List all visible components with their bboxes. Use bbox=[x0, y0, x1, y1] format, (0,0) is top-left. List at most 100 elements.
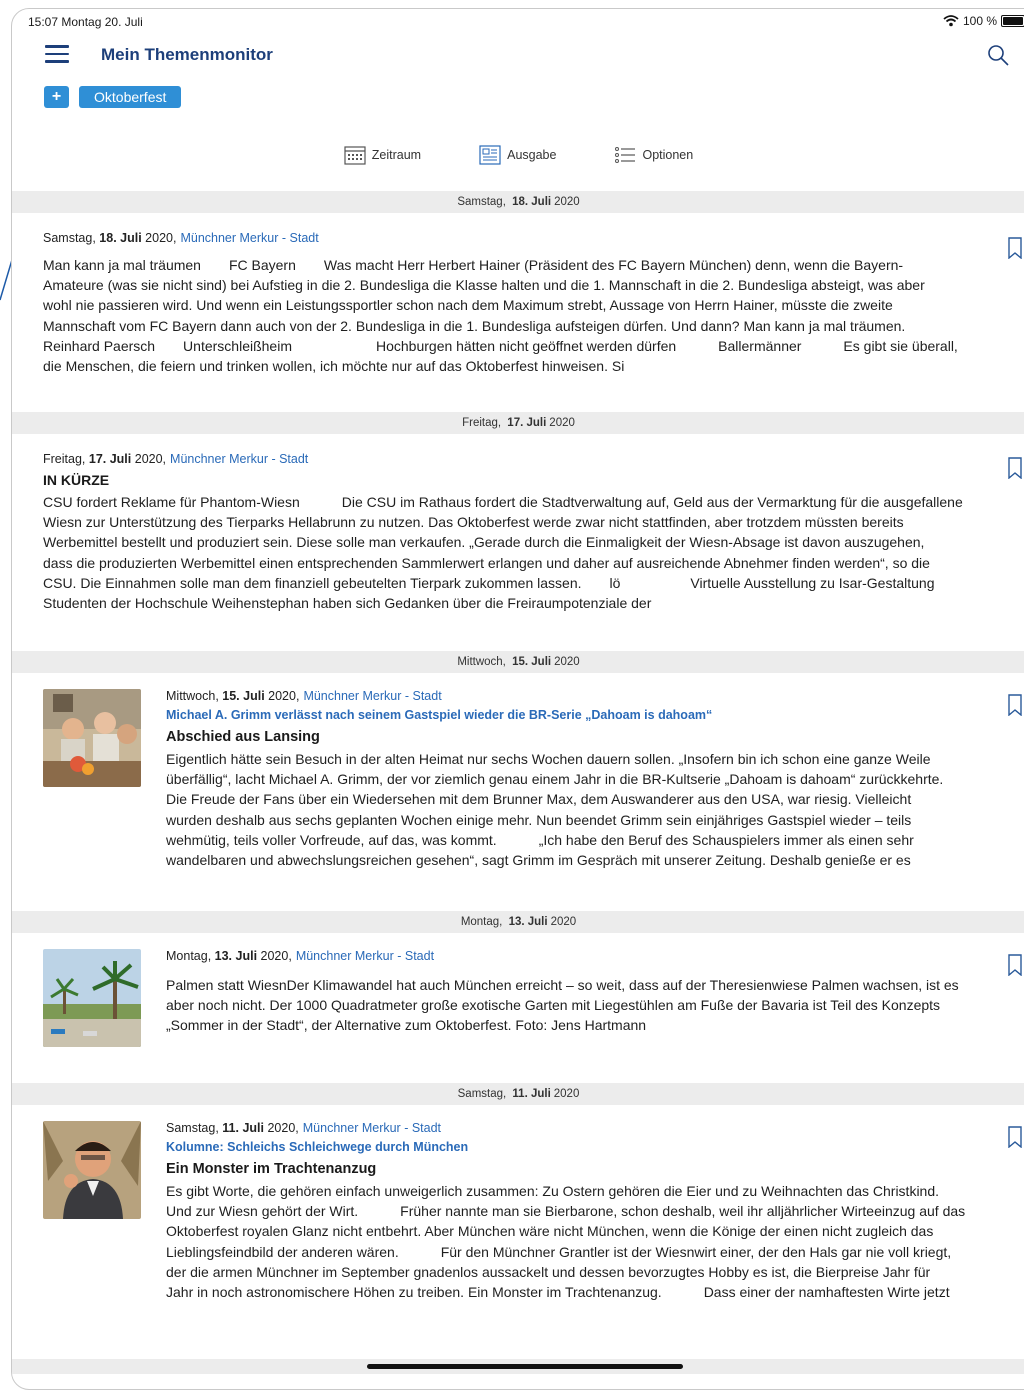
body-line: Reinhard Paersch Unterschleißheim Hochbu… bbox=[43, 337, 958, 354]
body-line: wandelbaren und abwechslungsreichen gese… bbox=[166, 852, 911, 869]
body-line: Man kann ja mal träumen FC Bayern Was ma… bbox=[43, 257, 904, 273]
meta-date: 17. Juli bbox=[88, 452, 132, 466]
sep-weekday: Montag, bbox=[460, 916, 503, 928]
article-body: Es gibt Worte, die gehören einfach unwei… bbox=[166, 1181, 996, 1302]
tablet-frame: 15:07 Montag 20. Juli 100 % Mein Themenm… bbox=[11, 8, 1024, 1390]
article-source[interactable]: Münchner Merkur - Stadt bbox=[303, 689, 441, 703]
page-title: Mein Themenmonitor bbox=[101, 45, 273, 64]
article-meta: Montag, 13. Juli 2020, Münchner Merkur - … bbox=[166, 949, 996, 963]
sep-weekday: Samstag, bbox=[457, 1088, 507, 1100]
day-separator: Samstag, 11. Juli 2020 bbox=[12, 1083, 1024, 1105]
article-meta: Samstag, 11. Juli 2020, Münchner Merkur -… bbox=[166, 1121, 996, 1135]
optionen-label: Optionen bbox=[642, 148, 694, 162]
article-source[interactable]: Münchner Merkur - Stadt bbox=[180, 231, 318, 245]
sep-year: 2020 bbox=[549, 417, 575, 429]
body-line: wehmütig, teils voller Vorfreude, auf da… bbox=[166, 831, 914, 848]
meta-year: 2020, bbox=[267, 1121, 299, 1135]
sep-weekday: Samstag, bbox=[457, 196, 506, 208]
article-source[interactable]: Münchner Merkur - Stadt bbox=[170, 452, 308, 466]
article-body: CSU fordert Reklame für Phantom-Wiesn Di… bbox=[43, 492, 993, 613]
article-body: Eigentlich hätte sein Besuch in der alte… bbox=[166, 749, 996, 870]
bookmark-icon[interactable] bbox=[1008, 237, 1022, 259]
body-line: Werbemittel bestellt und produziert sein… bbox=[43, 534, 925, 551]
article-meta: Mittwoch, 15. Juli 2020, Münchner Merkur … bbox=[166, 689, 996, 703]
bookmark-icon[interactable] bbox=[1008, 1126, 1022, 1148]
meta-year: 2020, bbox=[134, 452, 167, 466]
day-separator: Mittwoch, 15. Juli 2020 bbox=[12, 651, 1024, 673]
topic-chip-oktoberfest[interactable]: Oktoberfest bbox=[79, 86, 182, 108]
meta-weekday: Samstag, bbox=[166, 1121, 219, 1135]
body-line: Die Freude der Fans über ein Wiedersehen… bbox=[166, 791, 912, 808]
body-line: Amateure (was sie nicht sind) bei Aufsti… bbox=[43, 277, 925, 294]
sep-date: 13. Juli bbox=[508, 916, 548, 928]
sep-weekday: Freitag, bbox=[462, 417, 502, 429]
body-line: die Menschen, die feiern und trinken wol… bbox=[43, 358, 625, 375]
meta-date: 15. Juli bbox=[222, 689, 265, 703]
body-line: „Sommer in der Stadt“, der Alternative z… bbox=[166, 1017, 647, 1034]
body-line: der die armen Münchner im September gnad… bbox=[166, 1263, 931, 1280]
thumbnail-people-image bbox=[43, 689, 141, 787]
sep-year: 2020 bbox=[554, 656, 580, 668]
meta-date: 13. Juli bbox=[214, 949, 258, 963]
list-options-icon bbox=[615, 147, 636, 163]
article-subtitle[interactable]: Michael A. Grimm verlässt nach seinem Ga… bbox=[166, 708, 996, 722]
body-line: Oktoberfest royalen Glanz nicht entbehrt… bbox=[166, 1223, 934, 1240]
add-topic-button[interactable]: + bbox=[44, 86, 69, 108]
body-line: Mannschaft vom FC Bayern dann auch von d… bbox=[43, 317, 906, 334]
thumbnail-palms-image bbox=[43, 949, 141, 1047]
sep-date: 11. Juli bbox=[512, 1088, 551, 1100]
body-line: überfällig“, lacht Michael A. Grimm, der… bbox=[166, 771, 944, 788]
bookmark-icon[interactable] bbox=[1008, 457, 1022, 479]
article-headline[interactable]: Abschied aus Lansing bbox=[166, 729, 996, 745]
meta-weekday: Freitag, bbox=[43, 452, 86, 466]
body-line: dass die produzierten Werbemittel einen … bbox=[43, 554, 930, 571]
home-indicator[interactable] bbox=[367, 1364, 683, 1369]
body-line: CSU fordert Reklame für Phantom-Wiesn Di… bbox=[43, 494, 963, 510]
status-bar: 15:07 Montag 20. Juli 100 % bbox=[12, 9, 1024, 33]
menu-icon[interactable] bbox=[45, 45, 69, 63]
meta-date: 11. Juli bbox=[222, 1121, 264, 1135]
search-icon[interactable] bbox=[986, 43, 1010, 67]
sep-date: 17. Juli bbox=[507, 417, 547, 429]
day-separator: Samstag, 18. Juli 2020 bbox=[12, 191, 1024, 213]
meta-year: 2020, bbox=[260, 949, 292, 963]
meta-year: 2020, bbox=[145, 231, 177, 245]
thumbnail-portrait-image bbox=[43, 1121, 141, 1219]
article-headline[interactable]: Ein Monster im Trachtenanzug bbox=[166, 1161, 996, 1177]
article-body: Man kann ja mal träumen FC Bayern Was ma… bbox=[43, 255, 993, 376]
day-separator: Montag, 13. Juli 2020 bbox=[12, 911, 1024, 933]
article-thumbnail[interactable] bbox=[43, 1121, 141, 1219]
bookmark-icon[interactable] bbox=[1008, 694, 1022, 716]
optionen-button[interactable]: Optionen bbox=[614, 139, 693, 171]
zeitraum-button[interactable]: Zeitraum bbox=[344, 139, 421, 171]
body-line: wurden deshalb aus sechs geplanten Woche… bbox=[166, 811, 912, 828]
article-meta: Freitag, 17. Juli 2020, Münchner Merkur -… bbox=[43, 452, 993, 466]
bookmark-icon[interactable] bbox=[1008, 954, 1022, 976]
article-headline[interactable]: IN KÜRZE bbox=[43, 472, 993, 488]
day-separator: Freitag, 17. Juli 2020 bbox=[12, 412, 1024, 434]
zeitraum-label: Zeitraum bbox=[371, 148, 422, 162]
body-line: Lieblingsfeindbild der anderen wären. Fü… bbox=[166, 1243, 952, 1260]
article-subtitle[interactable]: Kolumne: Schleichs Schleichwege durch Mü… bbox=[166, 1140, 996, 1154]
ausgabe-label: Ausgabe bbox=[507, 148, 557, 162]
sep-year: 2020 bbox=[550, 916, 577, 928]
article-source[interactable]: Münchner Merkur - Stadt bbox=[303, 1121, 441, 1135]
filter-toolbar: Zeitraum Ausgabe Optionen bbox=[12, 139, 1024, 171]
meta-date: 18. Juli bbox=[99, 231, 142, 245]
nav-bar: Mein Themenmonitor bbox=[12, 33, 1024, 75]
battery-icon bbox=[1001, 15, 1024, 27]
body-line: Eigentlich hätte sein Besuch in der alte… bbox=[166, 751, 931, 767]
sep-date: 15. Juli bbox=[512, 656, 552, 668]
article-source[interactable]: Münchner Merkur - Stadt bbox=[296, 949, 434, 963]
body-line: Palmen statt WiesnDer Klimawandel hat au… bbox=[166, 977, 959, 993]
sep-year: 2020 bbox=[553, 1088, 580, 1100]
body-line: Wiesn zur Unterstützung des Tierparks He… bbox=[43, 514, 904, 531]
meta-year: 2020, bbox=[268, 689, 300, 703]
article-thumbnail[interactable] bbox=[43, 949, 141, 1047]
calendar-icon bbox=[344, 146, 366, 165]
body-line: Und zur Wiesn gehört der Wirt. Früher na… bbox=[166, 1203, 966, 1220]
body-line: Es gibt Worte, die gehören einfach unwei… bbox=[166, 1183, 940, 1199]
meta-weekday: Mittwoch, bbox=[166, 689, 219, 703]
ausgabe-button[interactable]: Ausgabe bbox=[479, 139, 556, 171]
article-thumbnail[interactable] bbox=[43, 689, 141, 787]
